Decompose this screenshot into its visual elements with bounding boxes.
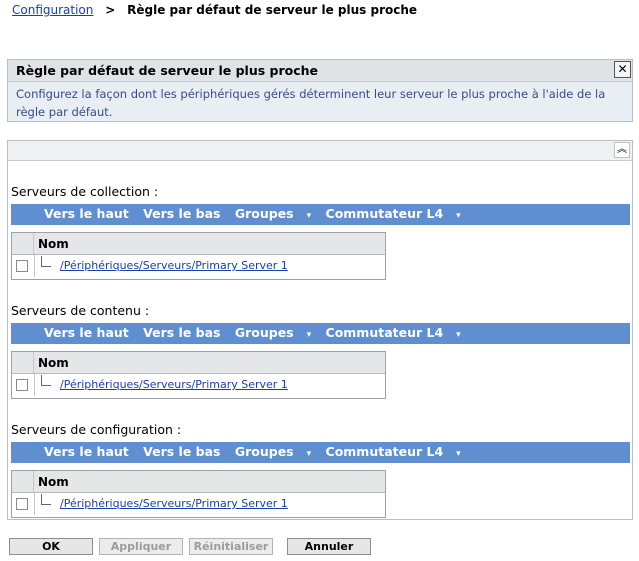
tree-connector-icon [41, 256, 51, 267]
l4-switch-label: Commutateur L4 [325, 444, 444, 459]
row-checkbox[interactable] [16, 498, 28, 510]
l4-switch-menu[interactable]: Commutateur L4 ▾ [326, 444, 461, 459]
reset-button[interactable]: Réinitialiser [189, 538, 273, 555]
column-divider [34, 255, 35, 277]
column-divider [34, 374, 35, 396]
move-down-button[interactable]: Vers le bas [143, 325, 220, 340]
column-divider [34, 493, 35, 515]
table-header: Nom [12, 352, 385, 374]
name-column-header[interactable]: Nom [38, 475, 69, 489]
groups-label: Groupes [234, 325, 294, 340]
breadcrumb-configuration-link[interactable]: Configuration [12, 3, 93, 17]
groups-menu[interactable]: Groupes ▾ [235, 206, 311, 221]
l4-switch-menu[interactable]: Commutateur L4 ▾ [326, 325, 461, 340]
ok-button[interactable]: OK [9, 538, 93, 555]
tree-connector-icon [41, 494, 51, 505]
server-link[interactable]: /Périphériques/Serveurs/Primary Server 1 [60, 497, 288, 510]
name-column-header[interactable]: Nom [38, 237, 69, 251]
table-row: /Périphériques/Serveurs/Primary Server 1 [12, 374, 385, 396]
select-column-header [12, 352, 34, 373]
l4-switch-menu[interactable]: Commutateur L4 ▾ [326, 206, 461, 221]
move-up-button[interactable]: Vers le haut [44, 325, 129, 340]
collapse-icon[interactable]: ︽ [614, 142, 630, 158]
breadcrumb-separator: > [105, 3, 116, 17]
chevron-down-icon: ▾ [306, 211, 312, 221]
breadcrumb: Configuration > Règle par défaut de serv… [12, 3, 417, 17]
row-checkbox[interactable] [16, 379, 28, 391]
table-row: /Périphériques/Serveurs/Primary Server 1 [12, 255, 385, 277]
select-column-header [12, 471, 34, 492]
row-checkbox[interactable] [16, 260, 28, 272]
server-link[interactable]: /Périphériques/Serveurs/Primary Server 1 [60, 378, 288, 391]
move-down-button[interactable]: Vers le bas [143, 206, 220, 221]
settings-panel: ︽ Serveurs de collection : Vers le haut … [7, 140, 633, 520]
panel-header: ︽ [8, 141, 632, 161]
l4-switch-label: Commutateur L4 [325, 206, 444, 221]
section-label-collection: Serveurs de collection : [11, 184, 159, 199]
chevron-down-icon: ▾ [306, 330, 312, 340]
table-row: /Périphériques/Serveurs/Primary Server 1 [12, 493, 385, 515]
move-up-button[interactable]: Vers le haut [44, 206, 129, 221]
table-header: Nom [12, 233, 385, 255]
info-description: Configurez la façon dont les périphériqu… [16, 87, 606, 119]
breadcrumb-current: Règle par défaut de serveur le plus proc… [127, 3, 418, 17]
name-column-header[interactable]: Nom [38, 356, 69, 370]
cancel-button[interactable]: Annuler [287, 538, 371, 555]
table-header: Nom [12, 471, 385, 493]
groups-menu[interactable]: Groupes ▾ [235, 325, 311, 340]
move-down-button[interactable]: Vers le bas [143, 444, 220, 459]
collection-servers-table: Nom /Périphériques/Serveurs/Primary Serv… [11, 232, 386, 280]
chevron-down-icon: ▾ [456, 449, 461, 459]
tree-connector-icon [41, 375, 51, 386]
toolbar-content: Vers le haut Vers le bas Groupes ▾ Commut… [11, 323, 630, 344]
chevron-down-icon: ▾ [306, 449, 312, 459]
chevron-down-icon: ▾ [456, 211, 461, 221]
groups-label: Groupes [234, 444, 294, 459]
close-icon[interactable]: ✕ [614, 61, 631, 78]
toolbar-configuration: Vers le haut Vers le bas Groupes ▾ Commut… [11, 442, 630, 463]
server-link[interactable]: /Périphériques/Serveurs/Primary Server 1 [60, 259, 288, 272]
info-title: Règle par défaut de serveur le plus proc… [8, 60, 632, 82]
l4-switch-label: Commutateur L4 [325, 325, 444, 340]
toolbar-collection: Vers le haut Vers le bas Groupes ▾ Commut… [11, 204, 630, 225]
info-panel: Règle par défaut de serveur le plus proc… [7, 59, 633, 122]
chevron-down-icon: ▾ [456, 330, 461, 340]
move-up-button[interactable]: Vers le haut [44, 444, 129, 459]
content-servers-table: Nom /Périphériques/Serveurs/Primary Serv… [11, 351, 386, 399]
section-label-configuration: Serveurs de configuration : [11, 422, 182, 437]
select-column-header [12, 233, 34, 254]
groups-label: Groupes [234, 206, 294, 221]
apply-button[interactable]: Appliquer [99, 538, 183, 555]
configuration-servers-table: Nom /Périphériques/Serveurs/Primary Serv… [11, 470, 386, 518]
section-label-content: Serveurs de contenu : [11, 303, 150, 318]
groups-menu[interactable]: Groupes ▾ [235, 444, 311, 459]
